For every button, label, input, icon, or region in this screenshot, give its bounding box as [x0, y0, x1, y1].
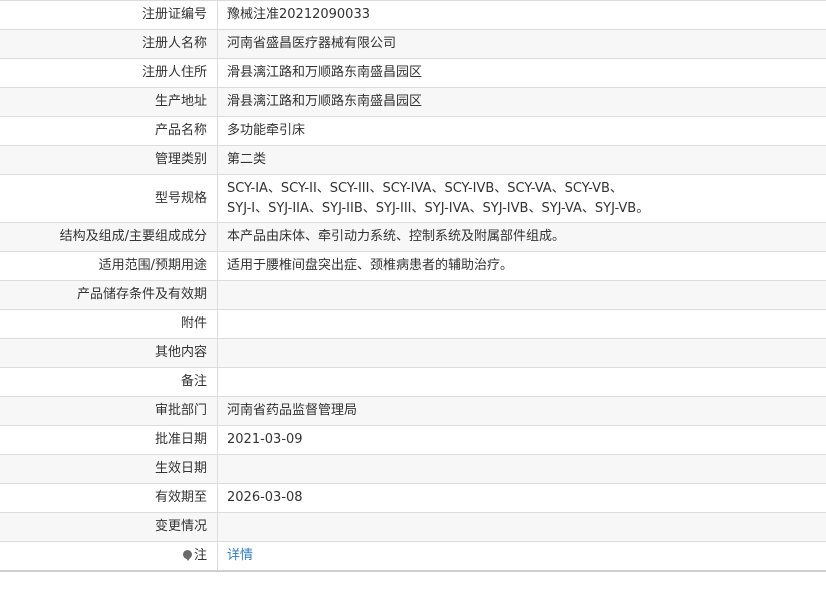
table-row: 附件: [0, 309, 826, 339]
field-label: 有效期至: [0, 483, 218, 513]
field-label: 审批部门: [0, 396, 218, 426]
note-pin-icon: [182, 550, 192, 561]
table-row: 适用范围/预期用途 适用于腰椎间盘突出症、颈椎病患者的辅助治疗。: [0, 251, 826, 281]
field-value: 豫械注准20212090033: [217, 0, 826, 30]
table-row: 备注: [0, 367, 826, 397]
field-label: 管理类别: [0, 145, 218, 175]
table-row: 其他内容: [0, 338, 826, 368]
table-row: 型号规格 SCY-IA、SCY-II、SCY-III、SCY-IVA、SCY-I…: [0, 174, 826, 223]
table-row: 注册人住所 滑县漓江路和万顺路东南盛昌园区: [0, 58, 826, 88]
field-label: 其他内容: [0, 338, 218, 368]
field-label: 适用范围/预期用途: [0, 251, 218, 281]
table-row: 注册人名称 河南省盛昌医疗器械有限公司: [0, 29, 826, 59]
field-value: 河南省盛昌医疗器械有限公司: [217, 29, 826, 59]
table-row: 管理类别 第二类: [0, 145, 826, 175]
field-value: 滑县漓江路和万顺路东南盛昌园区: [217, 87, 826, 117]
field-label: 批准日期: [0, 425, 218, 455]
table-row: 产品名称 多功能牵引床: [0, 116, 826, 146]
note-label-text: 注: [193, 548, 207, 563]
registration-detail-table: 注册证编号 豫械注准20212090033 注册人名称 河南省盛昌医疗器械有限公…: [0, 0, 826, 572]
field-value: 本产品由床体、牵引动力系统、控制系统及附属部件组成。: [217, 222, 826, 252]
field-value: 多功能牵引床: [217, 116, 826, 146]
note-label: 注: [0, 541, 218, 572]
field-label: 注册证编号: [0, 0, 218, 30]
field-value: [217, 338, 826, 368]
field-label: 附件: [0, 309, 218, 339]
table-row: 生产地址 滑县漓江路和万顺路东南盛昌园区: [0, 87, 826, 117]
details-link[interactable]: 详情: [227, 548, 253, 563]
table-row: 审批部门 河南省药品监督管理局: [0, 396, 826, 426]
field-label: 变更情况: [0, 512, 218, 542]
table-row: 注册证编号 豫械注准20212090033: [0, 0, 826, 30]
field-value: 河南省药品监督管理局: [217, 396, 826, 426]
field-value: [217, 512, 826, 542]
field-label: 结构及组成/主要组成成分: [0, 222, 218, 252]
field-value: SCY-IA、SCY-II、SCY-III、SCY-IVA、SCY-IVB、SC…: [217, 174, 826, 223]
field-value: 第二类: [217, 145, 826, 175]
table-row: 产品储存条件及有效期: [0, 280, 826, 310]
field-label: 生效日期: [0, 454, 218, 484]
field-label: 注册人住所: [0, 58, 218, 88]
table-row: 生效日期: [0, 454, 826, 484]
model-spec-line-2: SYJ-I、SYJ-IIA、SYJ-IIB、SYJ-III、SYJ-IVA、SY…: [227, 200, 650, 216]
field-value: 2021-03-09: [217, 425, 826, 455]
field-label: 产品储存条件及有效期: [0, 280, 218, 310]
table-row: 有效期至 2026-03-08: [0, 483, 826, 513]
field-value: [217, 280, 826, 310]
field-label: 产品名称: [0, 116, 218, 146]
table-row: 结构及组成/主要组成成分 本产品由床体、牵引动力系统、控制系统及附属部件组成。: [0, 222, 826, 252]
field-value: [217, 309, 826, 339]
field-label: 生产地址: [0, 87, 218, 117]
field-label: 注册人名称: [0, 29, 218, 59]
field-value: 详情: [217, 541, 826, 572]
field-value: 2026-03-08: [217, 483, 826, 513]
field-value: 滑县漓江路和万顺路东南盛昌园区: [217, 58, 826, 88]
field-value: [217, 367, 826, 397]
table-row: 批准日期 2021-03-09: [0, 425, 826, 455]
field-label: 备注: [0, 367, 218, 397]
model-spec-line-1: SCY-IA、SCY-II、SCY-III、SCY-IVA、SCY-IVB、SC…: [227, 180, 623, 196]
field-label: 型号规格: [0, 174, 218, 223]
table-row: 变更情况: [0, 512, 826, 542]
field-value: 适用于腰椎间盘突出症、颈椎病患者的辅助治疗。: [217, 251, 826, 281]
field-value: [217, 454, 826, 484]
table-row: 注 详情: [0, 541, 826, 572]
